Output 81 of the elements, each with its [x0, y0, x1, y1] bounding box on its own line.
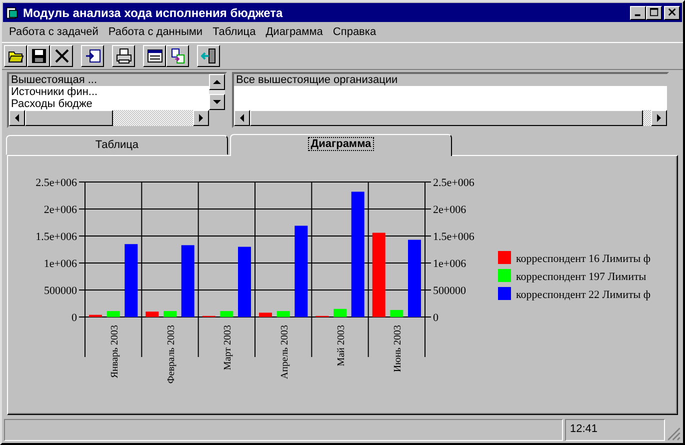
scroll-thumb[interactable] [25, 110, 113, 126]
up-arrow-icon [213, 78, 221, 86]
bar [390, 310, 404, 317]
category-label: Январь 2003 [109, 325, 120, 378]
tab[interactable]: Диаграмма [230, 134, 452, 156]
bar [276, 311, 290, 317]
arrow-into-page-icon [84, 48, 100, 64]
bar [259, 312, 272, 317]
scroll-right-button[interactable] [193, 110, 209, 126]
axis-tick-label: 1e+006 [44, 258, 77, 270]
copy-pages-icon [170, 48, 186, 64]
scroll-track[interactable] [643, 110, 651, 126]
list-item[interactable]: Все вышестоящие организации [234, 74, 667, 86]
axis-tick-label: 1.5e+006 [36, 231, 77, 243]
bar [164, 311, 176, 317]
status-time: 12:41 [565, 419, 665, 441]
scroll-left-button[interactable] [9, 110, 25, 126]
list-item[interactable]: Источники фин... [9, 86, 209, 98]
legend-label: корреспондент 197 Лимиты [516, 271, 646, 283]
scroll-thumb[interactable] [250, 110, 643, 126]
cross-icon [54, 48, 70, 64]
category-label: Март 2003 [222, 325, 234, 370]
axis-tick-label: 0 [72, 312, 77, 324]
axis-tick-label: 2e+006 [44, 204, 77, 216]
category-label: Июнь 2003 [392, 325, 404, 372]
exit-button[interactable] [197, 45, 220, 67]
list-item[interactable]: Расходы бюдже [9, 98, 209, 110]
axis-tick-label: 1e+006 [433, 258, 466, 270]
down-arrow-icon [213, 98, 221, 106]
maximize-icon [650, 8, 658, 17]
left-arrow-icon [238, 114, 246, 122]
close-button[interactable] [664, 6, 680, 20]
close-icon [668, 8, 676, 17]
bar [106, 311, 120, 317]
right-arrow-icon [655, 114, 663, 122]
delete-button[interactable] [50, 45, 73, 67]
minimize-button[interactable] [630, 6, 646, 20]
exit-door-icon [200, 48, 216, 64]
menu-item[interactable]: Работа с задачей [4, 26, 104, 38]
print-button[interactable] [112, 45, 135, 67]
axis-tick-label: 2.5e+006 [36, 177, 77, 189]
menu-item[interactable]: Таблица [208, 26, 261, 38]
category-label: Апрель 2003 [279, 325, 290, 380]
scroll-right-button[interactable] [651, 110, 667, 126]
import-button[interactable] [81, 45, 104, 67]
bar [220, 311, 234, 317]
window-icon [146, 48, 162, 64]
window-title: Модуль анализа хода исполнения бюджета [23, 6, 284, 20]
bar [89, 314, 102, 317]
right-arrow-icon [197, 114, 205, 122]
resize-grip-icon [667, 427, 681, 441]
bar [181, 245, 194, 317]
bar [146, 312, 159, 317]
scroll-left-button[interactable] [234, 110, 250, 126]
left-arrow-icon [13, 114, 21, 122]
axis-tick-label: 500000 [433, 285, 466, 297]
form-button[interactable] [143, 45, 166, 67]
list-item[interactable]: Вышестоящая ... [9, 74, 209, 86]
category-label: Февраль 2003 [166, 325, 177, 384]
save-button[interactable] [27, 45, 50, 67]
bar [238, 246, 251, 317]
printer-icon [116, 48, 132, 64]
maximize-button[interactable] [646, 6, 662, 20]
scroll-down-button[interactable] [209, 94, 225, 110]
app-icon [5, 6, 19, 20]
open-folder-button[interactable] [4, 45, 27, 67]
menu-item[interactable]: Справка [328, 26, 382, 38]
scroll-up-button[interactable] [209, 74, 225, 90]
axis-tick-label: 2.5e+006 [433, 177, 474, 189]
axis-tick-label: 1.5e+006 [433, 231, 474, 243]
category-label: Май 2003 [336, 325, 347, 366]
axis-tick-label: 500000 [44, 285, 77, 297]
menu-item[interactable]: Диаграмма [260, 26, 328, 38]
menu-item[interactable]: Работа с данными [103, 26, 208, 38]
tab[interactable]: Таблица [6, 135, 228, 155]
bar [334, 308, 346, 317]
axis-tick-label: 0 [433, 312, 438, 324]
copy-button[interactable] [166, 45, 189, 67]
legend-label: корреспондент 22 Лимиты ф [516, 289, 651, 301]
legend-label: корреспондент 16 Лимиты ф [516, 253, 651, 265]
axis-tick-label: 2e+006 [433, 204, 466, 216]
